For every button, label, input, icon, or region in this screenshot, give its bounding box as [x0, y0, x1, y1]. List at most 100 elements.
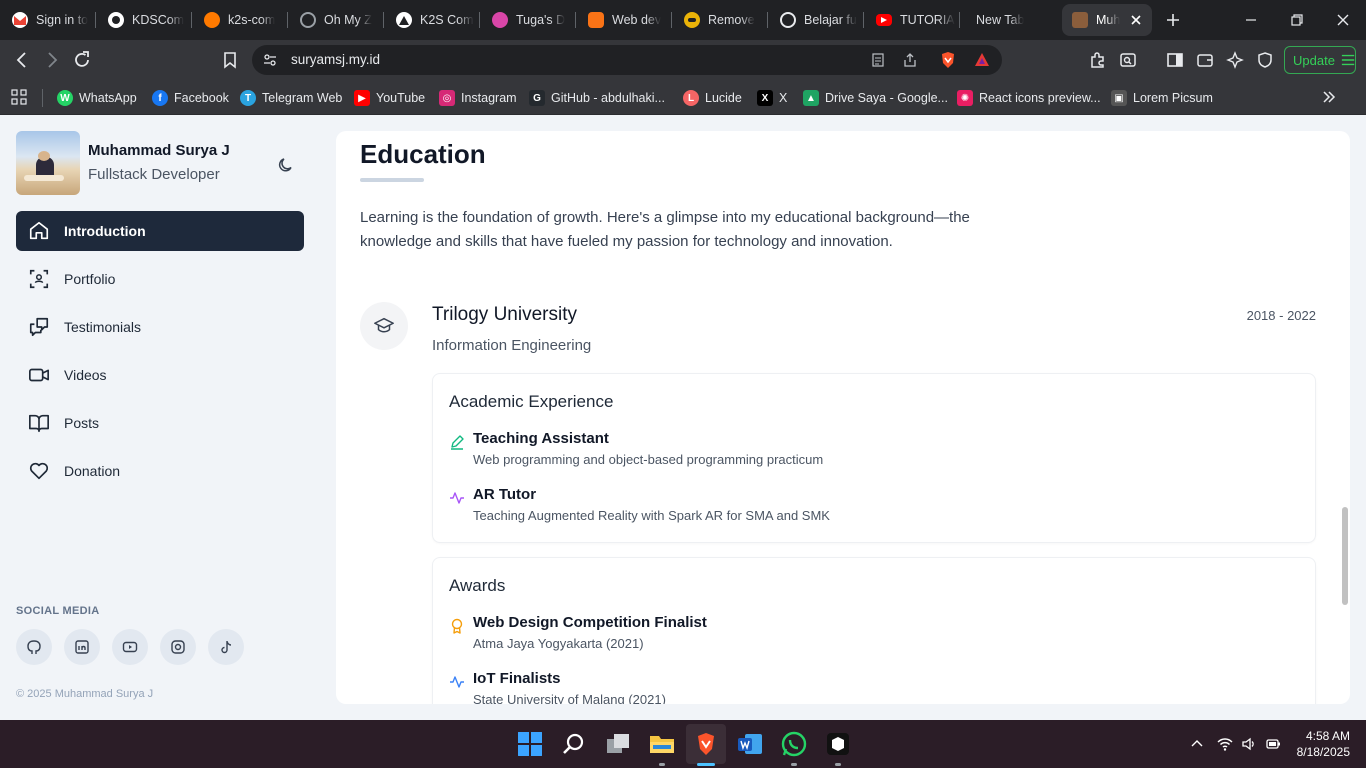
bookmark-item[interactable]: ▶ YouTube [354, 88, 425, 108]
sidebar-item-posts[interactable]: Posts [16, 403, 304, 443]
more-bookmarks-icon[interactable] [1321, 89, 1337, 105]
instagram-link[interactable] [160, 629, 196, 665]
sidebar-item-label: Testimonials [64, 319, 142, 335]
brave-browser-icon[interactable] [693, 731, 719, 757]
github-link[interactable] [16, 629, 52, 665]
browser-tab[interactable]: Tuga's D [480, 8, 576, 32]
bookmark-item[interactable]: f Facebook [152, 88, 229, 108]
browser-tab[interactable]: Remove [672, 8, 768, 32]
close-window-icon[interactable] [1335, 12, 1351, 28]
apps-grid-icon[interactable] [11, 89, 27, 105]
browser-tab-active[interactable]: Muh [1062, 4, 1152, 36]
bookmark-label: X [779, 91, 788, 105]
vpn-icon[interactable] [1255, 50, 1275, 70]
item-description: Atma Jaya Yogyakarta (2021) [473, 636, 644, 651]
restore-icon[interactable] [1289, 12, 1305, 28]
file-explorer-icon[interactable] [649, 731, 675, 757]
browser-tab[interactable]: Web dev [576, 8, 672, 32]
bookmark-icon[interactable] [220, 50, 240, 70]
bookmark-item[interactable]: XX [757, 88, 787, 108]
address-bar[interactable]: suryamsj.my.id [252, 45, 1002, 75]
video-icon [29, 368, 49, 382]
tab-strip: Sign in to KDSCom k2s-com Oh My Z K2S Co… [0, 0, 1366, 40]
reader-mode-icon[interactable] [870, 52, 886, 68]
forward-icon[interactable] [42, 50, 62, 70]
brave-rewards-icon[interactable] [972, 50, 992, 70]
bookmark-item[interactable]: T Telegram Web [240, 88, 342, 108]
whatsapp-icon[interactable] [781, 731, 807, 757]
item-description: State University of Malang (2021) [473, 692, 666, 704]
sidebar-item-portfolio[interactable]: Portfolio [16, 259, 304, 299]
linkedin-icon [75, 640, 89, 654]
windows-start-icon[interactable] [517, 731, 543, 757]
browser-tab[interactable]: k2s-com [192, 8, 288, 32]
bookmark-item[interactable]: G GitHub - abdulhaki... [529, 88, 665, 108]
tab-title: Remove [708, 13, 755, 27]
search-icon[interactable] [561, 731, 587, 757]
tab-title: Web dev [612, 13, 662, 27]
reload-icon[interactable] [72, 50, 92, 70]
update-button[interactable]: Update [1284, 46, 1356, 74]
new-tab-icon[interactable] [1163, 10, 1183, 30]
browser-tab[interactable]: Belajar fu [768, 8, 864, 32]
github-icon [108, 12, 124, 28]
extensions-icon[interactable] [1088, 50, 1108, 70]
bookmark-label: Instagram [461, 91, 517, 105]
chevron-up-icon[interactable] [1189, 736, 1205, 752]
word-icon[interactable] [737, 731, 763, 757]
browser-toolbar: suryamsj.my.id Update [0, 40, 1366, 80]
close-tab-icon[interactable] [1128, 12, 1144, 28]
message-icon [29, 317, 49, 337]
web-page: Muhammad Surya J Fullstack Developer Int… [0, 115, 1366, 720]
youtube-icon [876, 14, 892, 26]
bookmark-item[interactable]: L Lucide [683, 88, 742, 108]
browser-tab[interactable]: K2S Com [384, 8, 480, 32]
browser-tab[interactable]: KDSCom [96, 8, 192, 32]
moon-icon[interactable] [276, 155, 296, 175]
sidebar-item-videos[interactable]: Videos [16, 355, 304, 395]
bookmark-favicon-icon: ✺ [957, 90, 973, 106]
browser-tab[interactable]: New Tab [964, 8, 1060, 32]
battery-icon[interactable] [1265, 736, 1281, 752]
browser-tab[interactable]: TUTORIA [864, 8, 960, 32]
site-settings-icon[interactable] [262, 52, 278, 68]
bookmark-item[interactable]: ▣ Lorem Picsum [1111, 88, 1213, 108]
youtube-link[interactable] [112, 629, 148, 665]
app-box-icon[interactable] [825, 731, 851, 757]
bookmarks-bar: W WhatsApp f Facebook T Telegram Web ▶ YouTube ◎… [0, 80, 1366, 115]
bookmark-favicon-icon: ▶ [354, 90, 370, 106]
share-icon[interactable] [902, 52, 918, 68]
awards-title: Awards [449, 576, 506, 595]
intro-text: Learning is the foundation of growth. He… [360, 209, 970, 250]
wifi-icon[interactable] [1217, 736, 1233, 752]
bookmark-favicon-icon: G [529, 90, 545, 106]
sidebar-item-label: Posts [64, 415, 100, 431]
volume-icon[interactable] [1241, 736, 1257, 752]
minimize-icon[interactable] [1243, 12, 1259, 28]
leo-ai-icon[interactable] [1225, 50, 1245, 70]
url-text[interactable]: suryamsj.my.id [291, 52, 380, 67]
browser-tab[interactable]: Oh My Z [288, 8, 384, 32]
brave-shield-icon[interactable] [938, 50, 958, 70]
tab-search-icon[interactable] [1118, 50, 1138, 70]
sidebar-toggle-icon[interactable] [1165, 50, 1185, 70]
browser-tab[interactable]: Sign in to [0, 8, 96, 32]
bookmark-favicon-icon: W [57, 90, 73, 106]
bookmark-item[interactable]: ▲ Drive Saya - Google... [803, 88, 948, 108]
sidebar-item-testimonials[interactable]: Testimonials [16, 307, 304, 347]
linkedin-link[interactable] [64, 629, 100, 665]
sidebar-item-introduction[interactable]: Introduction [16, 211, 304, 251]
item-title: Web Design Competition Finalist [473, 614, 707, 631]
bookmark-favicon-icon: ▣ [1111, 90, 1127, 106]
back-icon[interactable] [12, 50, 32, 70]
sidebar-item-donation[interactable]: Donation [16, 451, 304, 491]
task-view-icon[interactable] [605, 731, 631, 757]
tiktok-link[interactable] [208, 629, 244, 665]
bookmark-item[interactable]: ◎ Instagram [439, 88, 517, 108]
system-clock[interactable]: 4:58 AM 8/18/2025 [1297, 728, 1350, 760]
bookmark-item[interactable]: W WhatsApp [57, 88, 137, 108]
wallet-icon[interactable] [1195, 50, 1215, 70]
scrollbar-thumb[interactable] [1342, 507, 1348, 605]
bookmark-item[interactable]: ✺ React icons preview... [957, 88, 1101, 108]
bookmark-favicon-icon: ▲ [803, 90, 819, 106]
